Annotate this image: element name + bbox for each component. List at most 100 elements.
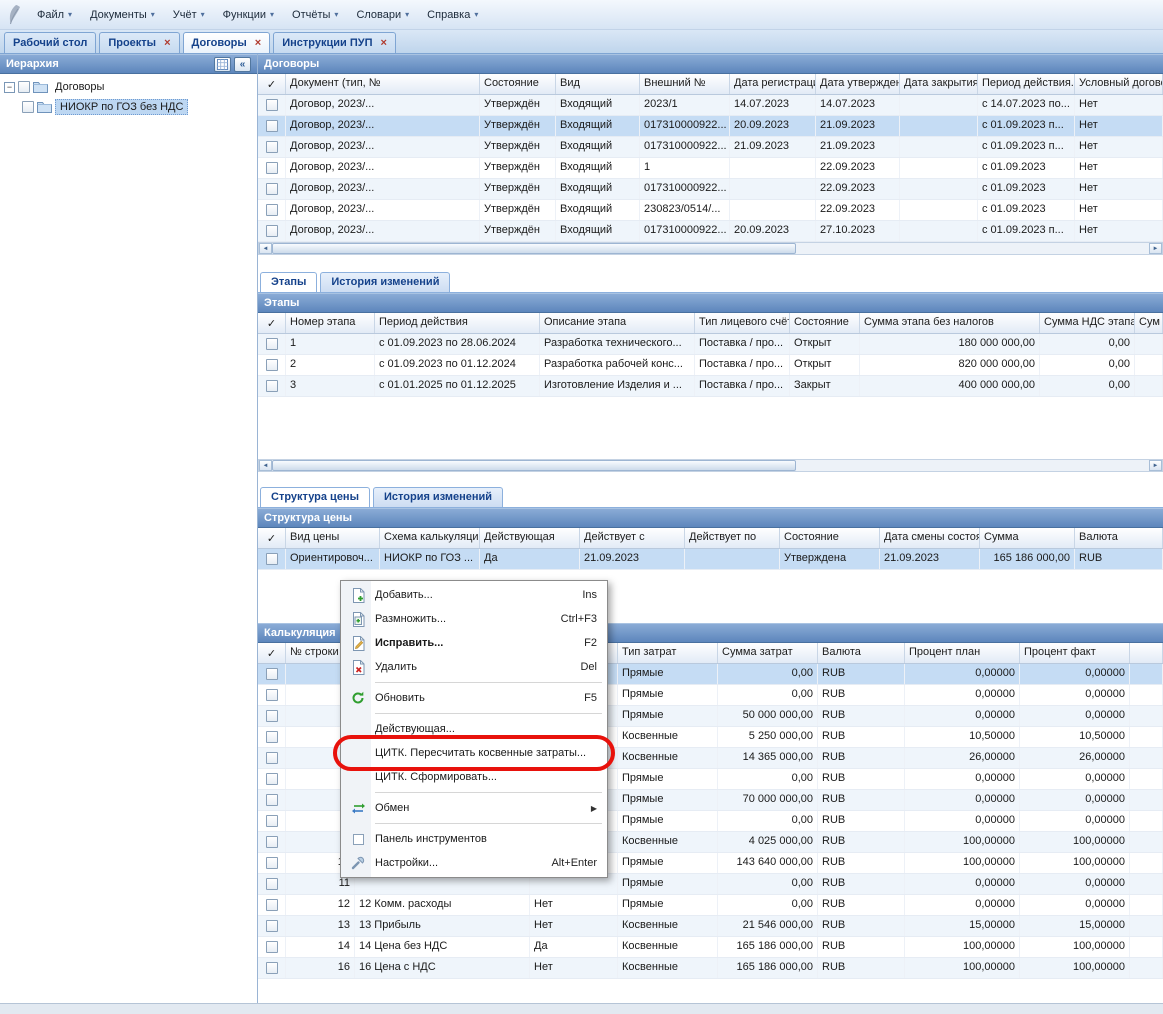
context-menu-item[interactable]: Панель инструментов <box>343 827 605 851</box>
column-header[interactable]: Процент факт <box>1020 643 1130 663</box>
column-header[interactable]: Процент план <box>905 643 1020 663</box>
table-row[interactable]: Договор, 2023/...УтверждёнВходящий2023/1… <box>258 95 1163 116</box>
tab-close-icon[interactable]: × <box>164 38 170 49</box>
context-menu-item[interactable]: Размножить...Ctrl+F3 <box>343 607 605 631</box>
tab-close-icon[interactable]: × <box>255 38 261 49</box>
scroll-right-icon[interactable]: ► <box>1149 460 1162 471</box>
tree-item[interactable]: НИОКР по ГОЗ без НДС <box>0 97 257 117</box>
menubar-item[interactable]: Справка▾ <box>418 5 487 25</box>
row-checkbox[interactable] <box>266 920 278 932</box>
column-header[interactable]: Сум <box>1135 313 1163 333</box>
row-checkbox[interactable] <box>266 99 278 111</box>
row-checkbox[interactable] <box>266 204 278 216</box>
table-row[interactable]: 1с 01.09.2023 по 28.06.2024Разработка те… <box>258 334 1163 355</box>
menubar-item[interactable]: Файл▾ <box>28 5 81 25</box>
menubar-item[interactable]: Учёт▾ <box>164 5 214 25</box>
column-header[interactable]: Вид <box>556 74 640 94</box>
table-row[interactable]: Договор, 2023/...УтверждёнВходящий017310… <box>258 137 1163 158</box>
row-checkbox[interactable] <box>266 836 278 848</box>
row-checkbox[interactable] <box>266 941 278 953</box>
row-checkbox[interactable] <box>266 162 278 174</box>
column-header[interactable]: Состояние <box>790 313 860 333</box>
row-checkbox[interactable] <box>266 962 278 974</box>
context-menu-item[interactable]: Исправить...F2 <box>343 631 605 655</box>
main-tab[interactable]: Договоры× <box>183 32 271 53</box>
tree-checkbox[interactable] <box>18 81 30 93</box>
main-tab[interactable]: Инструкции ПУП× <box>273 32 396 53</box>
column-header[interactable]: Описание этапа <box>540 313 695 333</box>
row-checkbox[interactable] <box>266 338 278 350</box>
tree-item[interactable]: −Договоры <box>0 77 257 97</box>
column-header[interactable]: Сумма <box>980 528 1075 548</box>
column-header[interactable]: Сумма затрат <box>718 643 818 663</box>
column-header[interactable]: Дата регистрации. <box>730 74 816 94</box>
main-tab[interactable]: Проекты× <box>99 32 179 53</box>
column-header[interactable]: Вид цены <box>286 528 380 548</box>
row-checkbox[interactable] <box>266 752 278 764</box>
column-header[interactable]: Действует по <box>685 528 780 548</box>
column-header[interactable]: Период действия... <box>978 74 1075 94</box>
row-checkbox[interactable] <box>266 553 278 565</box>
column-header[interactable]: Номер этапа <box>286 313 375 333</box>
table-row[interactable]: 1616 Цена с НДСНетКосвенные165 186 000,0… <box>258 958 1163 979</box>
column-header[interactable]: Тип лицевого счёт <box>695 313 790 333</box>
column-header[interactable]: Внешний № <box>640 74 730 94</box>
tab-close-icon[interactable]: × <box>381 38 387 49</box>
context-menu-item[interactable]: ЦИТК. Сформировать... <box>343 765 605 789</box>
column-header[interactable]: Период действия <box>375 313 540 333</box>
menubar-item[interactable]: Словари▾ <box>347 5 418 25</box>
scroll-left-icon[interactable]: ◄ <box>259 243 272 254</box>
tree-expander-icon[interactable]: − <box>4 82 15 93</box>
table-row[interactable]: 3с 01.01.2025 по 01.12.2025Изготовление … <box>258 376 1163 397</box>
column-header[interactable]: Документ (тип, № <box>286 74 480 94</box>
scroll-right-icon[interactable]: ► <box>1149 243 1162 254</box>
column-header[interactable]: Условный догово <box>1075 74 1163 94</box>
row-checkbox[interactable] <box>266 225 278 237</box>
stages-hscrollbar[interactable]: ◄ ► <box>258 459 1163 472</box>
hierarchy-grid-button[interactable] <box>214 57 231 72</box>
table-row[interactable]: Договор, 2023/...УтверждёнВходящий017310… <box>258 116 1163 137</box>
column-header[interactable]: Дата закрытия <box>900 74 978 94</box>
section-tab[interactable]: История изменений <box>320 272 450 292</box>
table-row[interactable]: 1414 Цена без НДСДаКосвенные165 186 000,… <box>258 937 1163 958</box>
table-row[interactable]: Договор, 2023/...УтверждёнВходящий230823… <box>258 200 1163 221</box>
table-row[interactable]: Договор, 2023/...УтверждёнВходящий017310… <box>258 221 1163 242</box>
column-header[interactable] <box>1130 643 1163 663</box>
row-checkbox[interactable] <box>266 710 278 722</box>
menubar-item[interactable]: Функции▾ <box>214 5 283 25</box>
scroll-thumb[interactable] <box>272 460 796 471</box>
table-row[interactable]: Договор, 2023/...УтверждёнВходящий122.09… <box>258 158 1163 179</box>
column-header[interactable]: Действующая <box>480 528 580 548</box>
column-header[interactable]: Валюта <box>1075 528 1163 548</box>
row-checkbox[interactable] <box>266 794 278 806</box>
main-tab[interactable]: Рабочий стол <box>4 32 96 53</box>
table-row[interactable]: 1212 Комм. расходыНетПрямые0,00RUB0,0000… <box>258 895 1163 916</box>
column-header[interactable]: Дата утверждения <box>816 74 900 94</box>
context-menu-item[interactable]: Добавить...Ins <box>343 583 605 607</box>
row-checkbox[interactable] <box>266 359 278 371</box>
row-checkbox[interactable] <box>266 773 278 785</box>
table-row[interactable]: Договор, 2023/...УтверждёнВходящий017310… <box>258 179 1163 200</box>
tree-checkbox[interactable] <box>22 101 34 113</box>
column-header[interactable]: Сумма этапа без налогов <box>860 313 1040 333</box>
row-checkbox[interactable] <box>266 120 278 132</box>
table-row[interactable]: 2с 01.09.2023 по 01.12.2024Разработка ра… <box>258 355 1163 376</box>
column-header[interactable]: Действует с <box>580 528 685 548</box>
row-checkbox[interactable] <box>266 689 278 701</box>
row-checkbox[interactable] <box>266 878 278 890</box>
row-checkbox[interactable] <box>266 141 278 153</box>
row-checkbox[interactable] <box>266 731 278 743</box>
section-tab[interactable]: Структура цены <box>260 487 370 507</box>
column-header[interactable]: Состояние <box>480 74 556 94</box>
hierarchy-collapse-button[interactable]: « <box>234 57 251 72</box>
context-menu-item[interactable]: Настройки...Alt+Enter <box>343 851 605 875</box>
row-checkbox[interactable] <box>266 857 278 869</box>
contracts-hscrollbar[interactable]: ◄ ► <box>258 242 1163 255</box>
bottom-scrollbar[interactable] <box>0 1003 1163 1014</box>
column-header[interactable]: Сумма НДС этапа <box>1040 313 1135 333</box>
column-header[interactable]: Состояние <box>780 528 880 548</box>
row-checkbox[interactable] <box>266 899 278 911</box>
row-checkbox[interactable] <box>266 815 278 827</box>
row-checkbox[interactable] <box>266 380 278 392</box>
column-header[interactable]: Схема калькуляци <box>380 528 480 548</box>
